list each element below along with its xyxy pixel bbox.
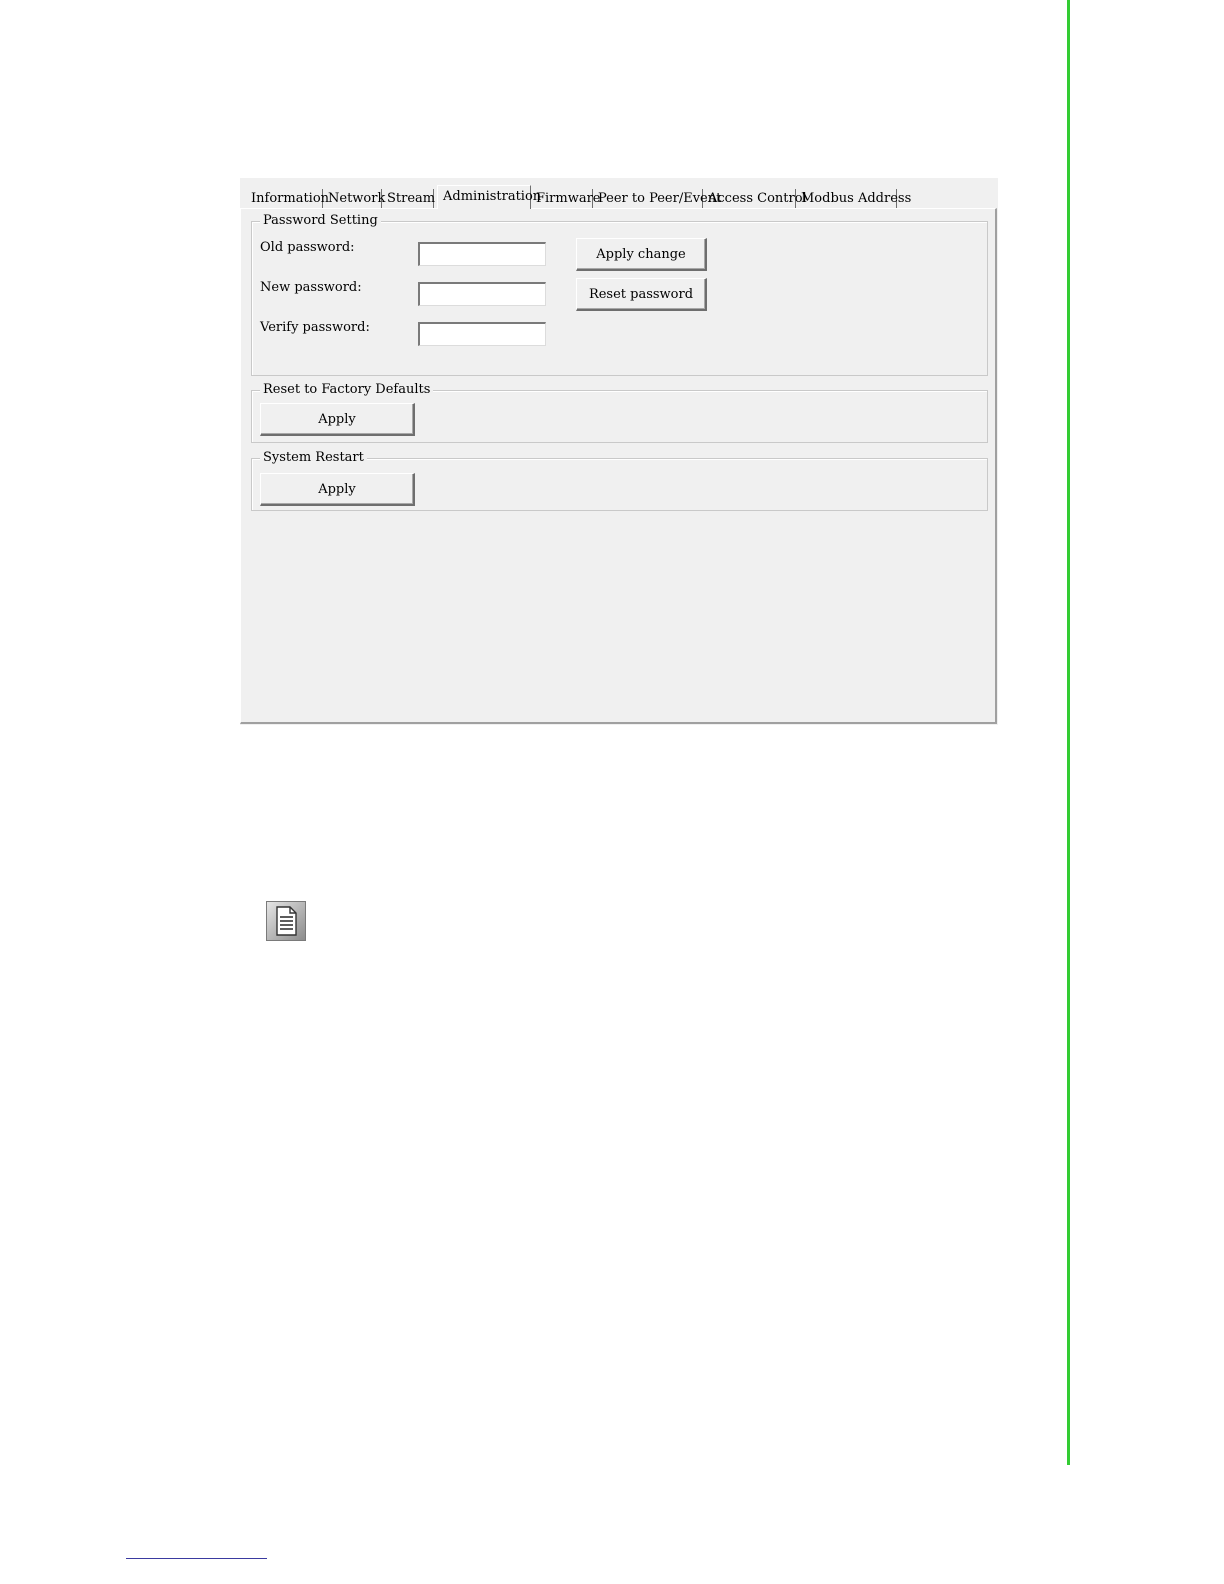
factory-defaults-apply-button[interactable]: Apply xyxy=(260,403,415,436)
document-note-icon xyxy=(266,901,306,941)
factory-defaults-group: Reset to Factory Defaults Apply xyxy=(251,382,988,443)
footnote-rule xyxy=(126,1558,267,1559)
apply-change-button[interactable]: Apply change xyxy=(576,238,707,271)
tab-access-control[interactable]: Access Control xyxy=(703,189,807,209)
factory-defaults-title: Reset to Factory Defaults xyxy=(260,382,434,398)
reset-password-button[interactable]: Reset password xyxy=(576,278,707,311)
tab-modbus-address[interactable]: Modbus Address xyxy=(796,189,911,209)
tab-administration[interactable]: Administration xyxy=(437,185,541,209)
tab-information[interactable]: Information xyxy=(246,189,329,209)
tab-stream[interactable]: Stream xyxy=(382,189,435,209)
password-setting-group: Password Setting Old password: New passw… xyxy=(251,213,988,376)
new-password-label: New password: xyxy=(260,280,362,295)
verify-password-input[interactable] xyxy=(418,322,546,346)
password-setting-title: Password Setting xyxy=(260,213,381,229)
system-restart-title: System Restart xyxy=(260,450,367,466)
verify-password-label: Verify password: xyxy=(260,320,370,335)
old-password-label: Old password: xyxy=(260,240,355,255)
tab-peer-to-peer-event[interactable]: Peer to Peer/Event xyxy=(593,189,721,209)
system-restart-group: System Restart Apply xyxy=(251,450,988,511)
new-password-input[interactable] xyxy=(418,282,546,306)
old-password-input[interactable] xyxy=(418,242,546,266)
tab-panel-administration: Password Setting Old password: New passw… xyxy=(240,208,997,724)
tab-network[interactable]: Network xyxy=(323,189,385,209)
system-restart-apply-button[interactable]: Apply xyxy=(260,473,415,506)
page-side-rule xyxy=(1067,0,1070,1465)
admin-dialog: Information Network Stream Administratio… xyxy=(240,178,998,725)
tab-strip: Information Network Stream Administratio… xyxy=(246,185,998,209)
